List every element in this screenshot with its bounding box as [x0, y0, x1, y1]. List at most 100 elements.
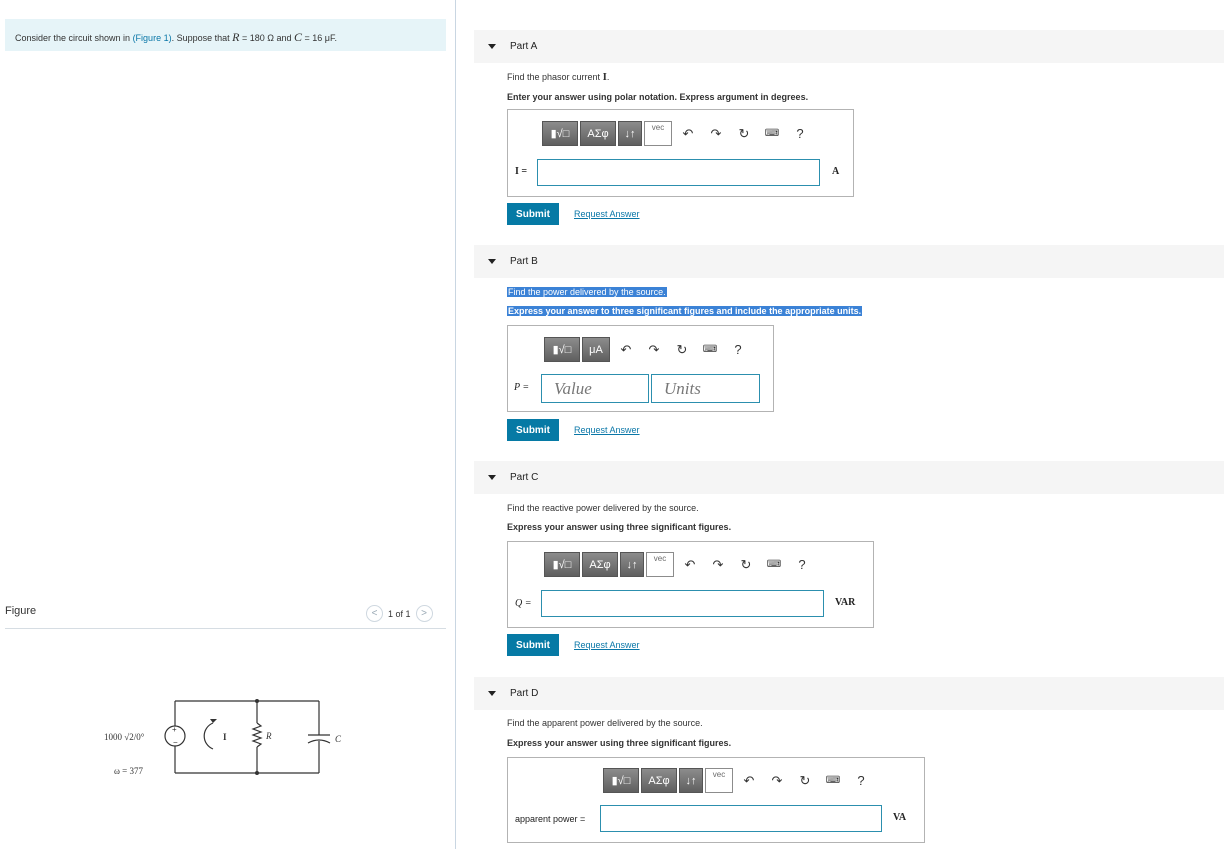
- next-figure-button[interactable]: >: [415, 605, 433, 622]
- resistor-label: R: [265, 731, 272, 741]
- undo-icon[interactable]: ↶: [735, 773, 763, 789]
- figure-divider: [5, 628, 446, 629]
- part-d-header[interactable]: Part D: [474, 677, 1224, 710]
- current-label: I: [223, 732, 227, 742]
- templates-button[interactable]: ▮√□: [542, 121, 578, 146]
- reset-icon[interactable]: ↻: [732, 557, 760, 573]
- collapse-caret-icon: [488, 691, 496, 696]
- keyboard-icon[interactable]: ⌨: [760, 559, 788, 570]
- redo-icon[interactable]: ↷: [640, 342, 668, 358]
- vector-button[interactable]: vec: [646, 552, 674, 577]
- part-b-label: P =: [514, 382, 530, 393]
- collapse-caret-icon: [488, 475, 496, 480]
- part-c-submit-button[interactable]: Submit: [507, 634, 559, 656]
- part-a-label: I =: [515, 166, 528, 177]
- keyboard-icon[interactable]: ⌨: [819, 775, 847, 786]
- keyboard-icon[interactable]: ⌨: [758, 128, 786, 139]
- part-d-answer-input[interactable]: [600, 805, 882, 832]
- part-b-toolbar: ▮√□ μA ↶ ↷ ↻ ⌨ ?: [544, 337, 752, 362]
- part-c-header[interactable]: Part C: [474, 461, 1224, 494]
- part-d-unit: VA: [893, 812, 907, 823]
- collapse-caret-icon: [488, 44, 496, 49]
- reset-icon[interactable]: ↻: [668, 342, 696, 358]
- part-c-toolbar: ▮√□ ΑΣφ ↓↑ vec ↶ ↷ ↻ ⌨ ?: [544, 552, 816, 577]
- r-value: = 180 Ω and: [239, 33, 294, 43]
- vector-button[interactable]: vec: [644, 121, 672, 146]
- part-a-header[interactable]: Part A: [474, 30, 1224, 63]
- c-value: = 16 μF.: [302, 33, 337, 43]
- help-icon[interactable]: ?: [847, 773, 875, 788]
- part-a-title: Part A: [510, 41, 538, 52]
- templates-button[interactable]: ▮√□: [603, 768, 639, 793]
- part-a-prompt: Find the phasor current I.: [507, 71, 609, 83]
- part-b-request-answer-link[interactable]: Request Answer: [574, 425, 640, 435]
- part-b-prompt: Find the power delivered by the source.: [507, 287, 667, 297]
- figure-page-count: 1 of 1: [388, 608, 411, 619]
- figure-heading: Figure: [5, 605, 37, 617]
- part-b-instruction-text: Express your answer to three significant…: [507, 306, 863, 316]
- part-c-request-answer-link[interactable]: Request Answer: [574, 640, 640, 650]
- part-a-answer-input[interactable]: [537, 159, 820, 186]
- part-c-title: Part C: [510, 472, 539, 483]
- undo-icon[interactable]: ↶: [612, 342, 640, 358]
- undo-icon[interactable]: ↶: [674, 126, 702, 142]
- reset-icon[interactable]: ↻: [730, 126, 758, 142]
- c-symbol: C: [294, 30, 303, 44]
- redo-icon[interactable]: ↷: [763, 773, 791, 789]
- part-a-prompt-end: .: [606, 72, 610, 82]
- capacitor-label: C: [335, 734, 342, 744]
- part-a-instruction: Enter your answer using polar notation. …: [507, 92, 809, 102]
- arrows-button[interactable]: ↓↑: [620, 552, 644, 577]
- source-label: 1000 √2/0°: [104, 732, 145, 742]
- redo-icon[interactable]: ↷: [704, 557, 732, 573]
- prev-figure-button[interactable]: <: [366, 605, 383, 622]
- units-button[interactable]: μA: [582, 337, 610, 362]
- greek-button[interactable]: ΑΣφ: [582, 552, 618, 577]
- part-c-instruction: Express your answer using three signific…: [507, 522, 732, 532]
- part-c-answer-input[interactable]: [541, 590, 824, 617]
- help-icon[interactable]: ?: [788, 557, 816, 572]
- part-b-header[interactable]: Part B: [474, 245, 1224, 278]
- part-d-prompt: Find the apparent power delivered by the…: [507, 718, 703, 728]
- collapse-caret-icon: [488, 259, 496, 264]
- problem-pane: Consider the circuit shown in (Figure 1)…: [0, 0, 456, 849]
- circuit-diagram: + − 1000 √2/0° ω = 377 I R C: [104, 699, 342, 776]
- chevron-left-icon: <: [371, 608, 378, 619]
- svg-text:+: +: [172, 725, 177, 734]
- part-d-toolbar: ▮√□ ΑΣφ ↓↑ vec ↶ ↷ ↻ ⌨ ?: [603, 768, 875, 793]
- part-c-prompt: Find the reactive power delivered by the…: [507, 503, 699, 513]
- figure-link[interactable]: (Figure 1): [133, 33, 172, 43]
- help-icon[interactable]: ?: [786, 126, 814, 141]
- chevron-right-icon: >: [421, 608, 427, 619]
- part-b-submit-button[interactable]: Submit: [507, 419, 559, 441]
- templates-button[interactable]: ▮√□: [544, 552, 580, 577]
- keyboard-icon[interactable]: ⌨: [696, 344, 724, 355]
- part-c-label: Q =: [515, 598, 532, 609]
- part-a-submit-button[interactable]: Submit: [507, 203, 559, 225]
- svg-text:−: −: [173, 738, 178, 747]
- part-a-prompt-text: Find the phasor current: [507, 72, 603, 82]
- vector-button[interactable]: vec: [705, 768, 733, 793]
- part-b-title: Part B: [510, 256, 538, 267]
- arrows-button[interactable]: ↓↑: [618, 121, 642, 146]
- help-icon[interactable]: ?: [724, 342, 752, 357]
- part-b-value-input[interactable]: Value: [541, 374, 649, 403]
- greek-button[interactable]: ΑΣφ: [580, 121, 616, 146]
- part-b-prompt-text: Find the power delivered by the source.: [507, 287, 667, 297]
- redo-icon[interactable]: ↷: [702, 126, 730, 142]
- part-b-instruction: Express your answer to three significant…: [507, 306, 863, 316]
- part-b-units-input[interactable]: Units: [651, 374, 760, 403]
- part-d-title: Part D: [510, 688, 539, 699]
- part-a-toolbar: ▮√□ ΑΣφ ↓↑ vec ↶ ↷ ↻ ⌨ ?: [542, 121, 814, 146]
- part-d-label: apparent power =: [515, 814, 586, 824]
- part-a-request-answer-link[interactable]: Request Answer: [574, 209, 640, 219]
- templates-button[interactable]: ▮√□: [544, 337, 580, 362]
- reset-icon[interactable]: ↻: [791, 773, 819, 789]
- arrows-button[interactable]: ↓↑: [679, 768, 703, 793]
- part-a-unit: A: [832, 166, 840, 177]
- undo-icon[interactable]: ↶: [676, 557, 704, 573]
- figure-pager: < 1 of 1 >: [366, 605, 433, 622]
- intro-prefix: Consider the circuit shown in: [15, 33, 133, 43]
- problem-statement: Consider the circuit shown in (Figure 1)…: [5, 19, 446, 51]
- greek-button[interactable]: ΑΣφ: [641, 768, 677, 793]
